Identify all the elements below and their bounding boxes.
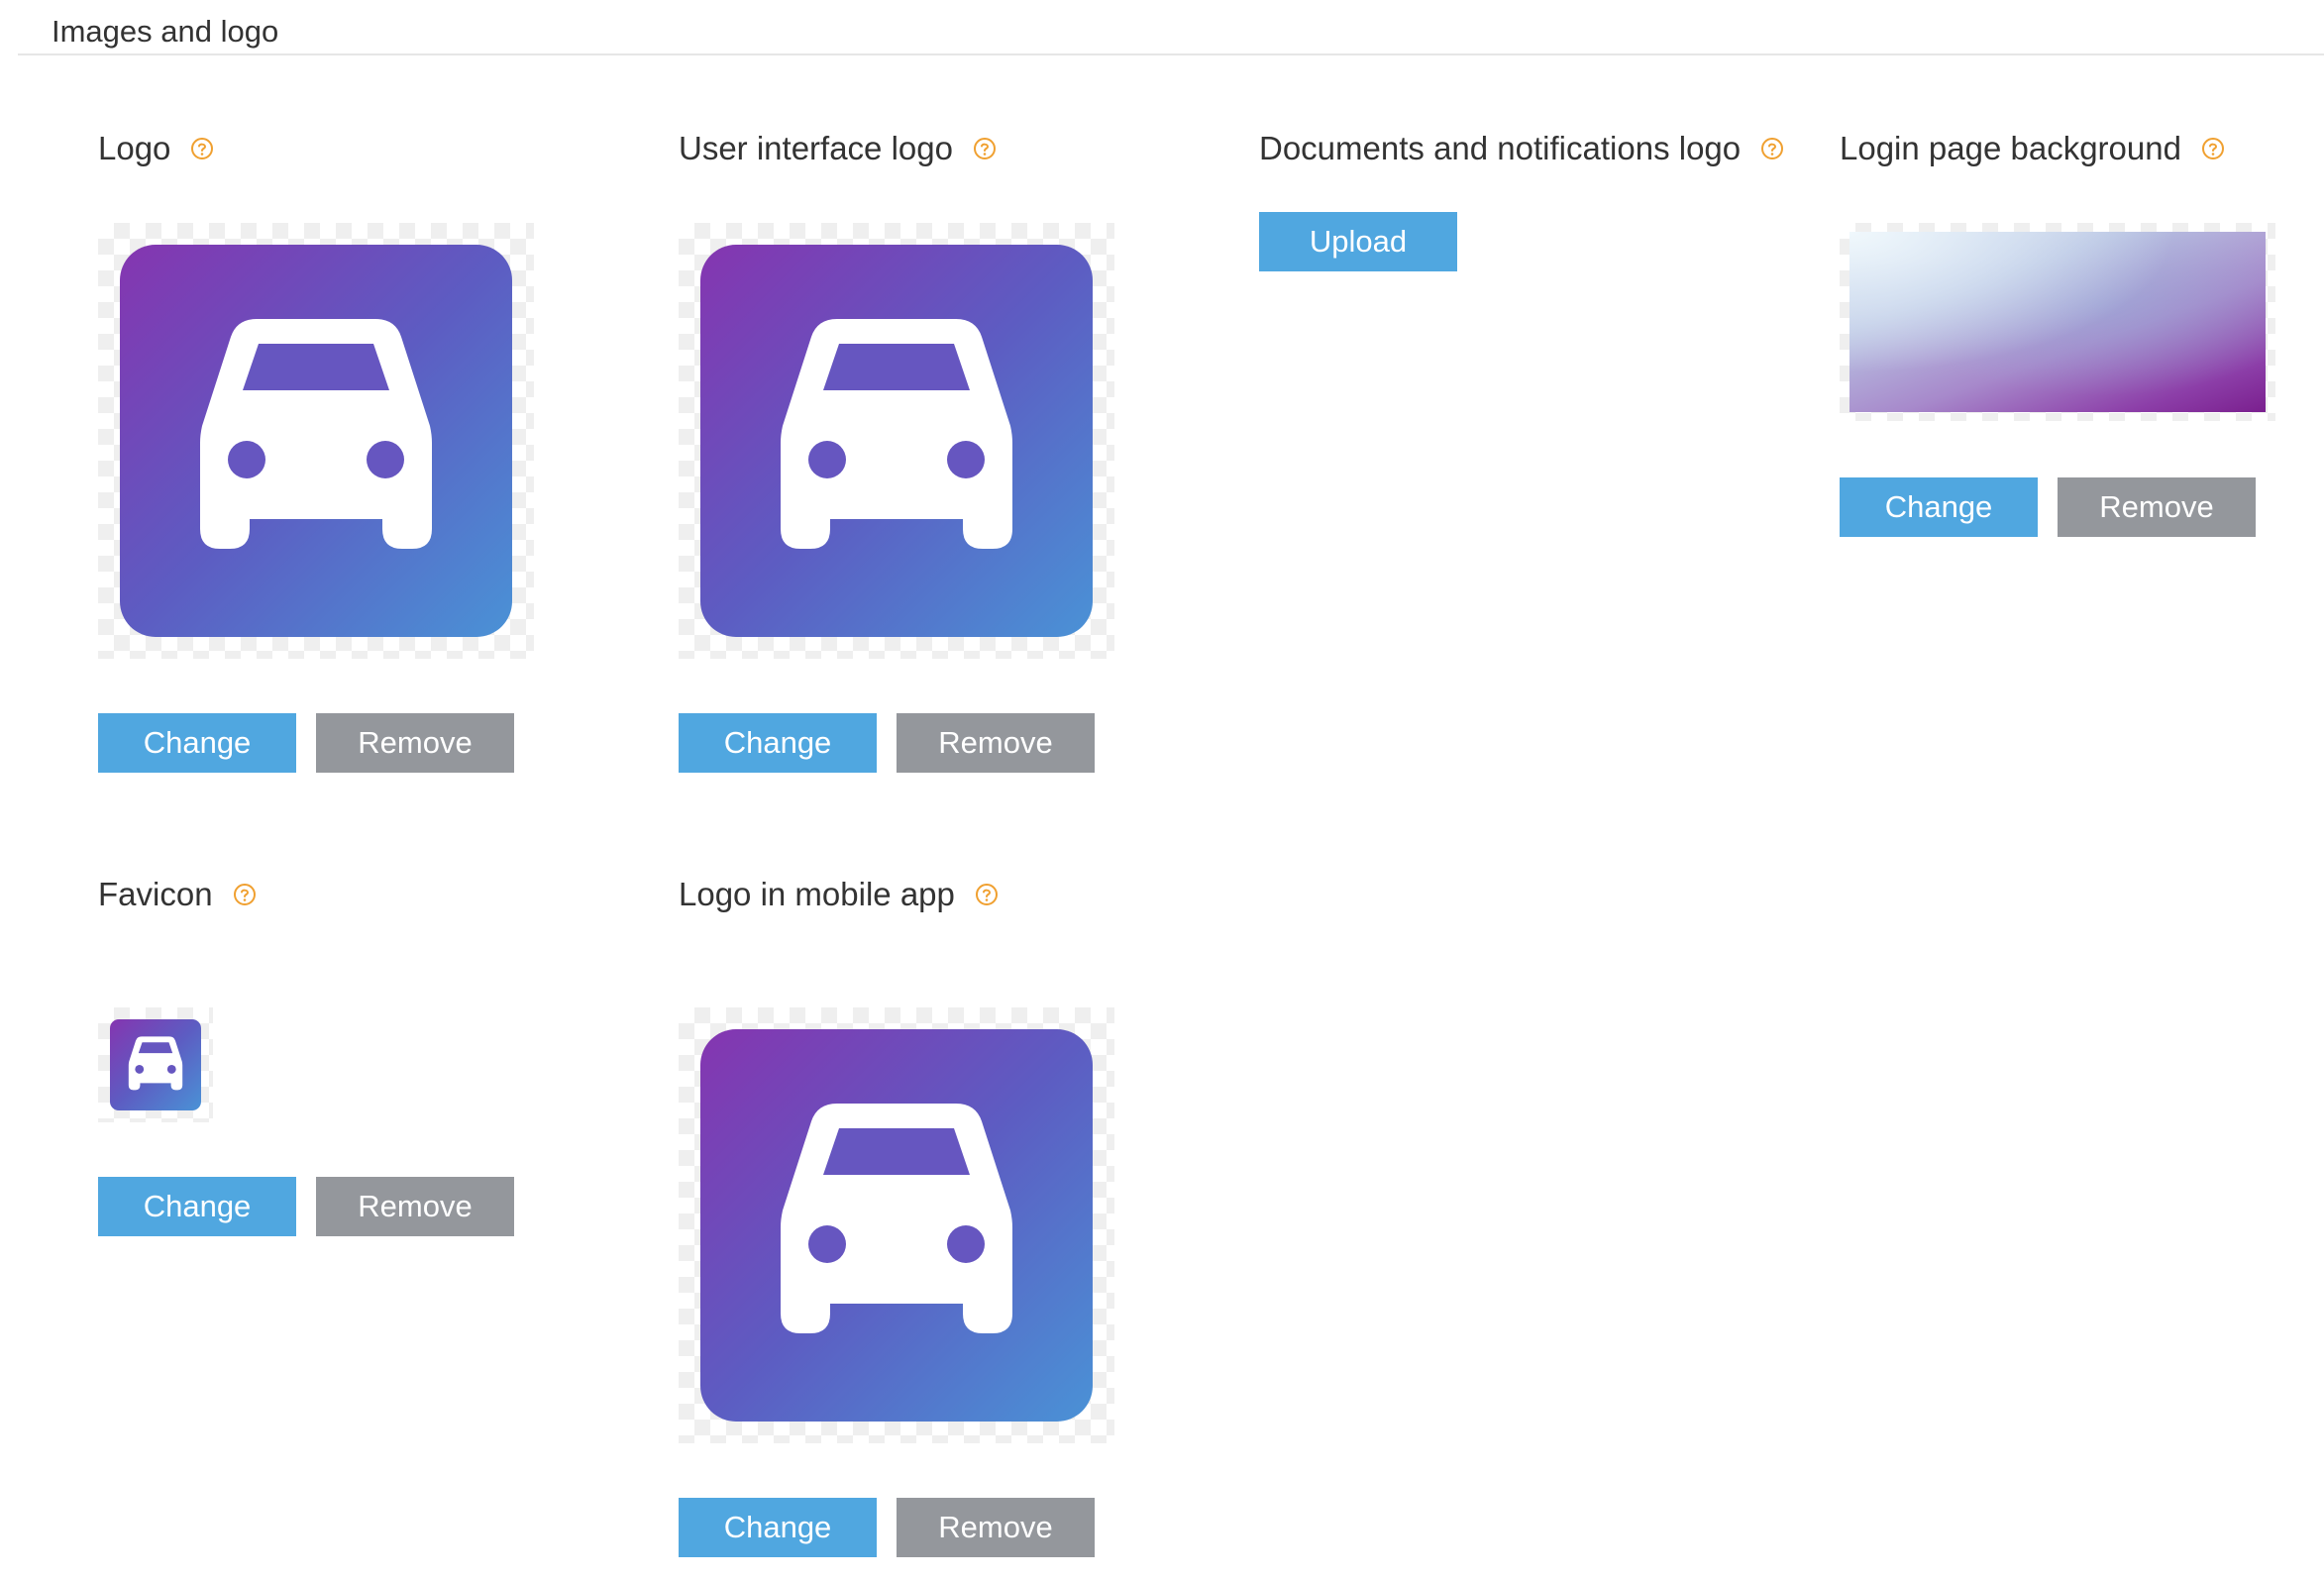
car-icon <box>781 1104 1012 1333</box>
docs-logo-upload-button[interactable]: Upload <box>1259 212 1457 271</box>
section-header <box>18 0 2324 55</box>
favicon-remove-button[interactable]: Remove <box>316 1177 514 1236</box>
logo-field-title: Logo <box>98 129 214 168</box>
help-circle-icon[interactable] <box>975 883 999 906</box>
help-circle-icon[interactable] <box>233 883 257 906</box>
login-bg-title-label: Login page background <box>1840 130 2181 166</box>
mobile-logo-change-button[interactable]: Change <box>679 1498 877 1557</box>
help-circle-icon[interactable] <box>2201 137 2225 160</box>
favicon-title-label: Favicon <box>98 876 213 912</box>
login-bg-remove-button[interactable]: Remove <box>2058 477 2256 537</box>
ui-logo-remove-button[interactable]: Remove <box>897 713 1095 773</box>
favicon-field-title: Favicon <box>98 875 257 914</box>
mobile-logo-field-title: Logo in mobile app <box>679 875 999 914</box>
car-icon <box>128 1036 183 1091</box>
ui-logo-field-title: User interface logo <box>679 129 997 168</box>
ui-logo-preview-image <box>700 245 1093 637</box>
car-icon <box>781 319 1012 549</box>
logo-change-button[interactable]: Change <box>98 713 296 773</box>
mobile-logo-remove-button[interactable]: Remove <box>897 1498 1095 1557</box>
docs-logo-field-title: Documents and notifications logo <box>1259 129 1784 168</box>
favicon-preview-image <box>110 1019 201 1110</box>
mobile-logo-title-label: Logo in mobile app <box>679 876 955 912</box>
section-title: Images and logo <box>52 14 279 49</box>
favicon-change-button[interactable]: Change <box>98 1177 296 1236</box>
login-bg-field-title: Login page background <box>1840 129 2225 168</box>
docs-logo-title-label: Documents and notifications logo <box>1259 130 1742 166</box>
car-icon <box>200 319 432 549</box>
ui-logo-change-button[interactable]: Change <box>679 713 877 773</box>
login-bg-change-button[interactable]: Change <box>1840 477 2038 537</box>
help-circle-icon[interactable] <box>190 137 214 160</box>
ui-logo-title-label: User interface logo <box>679 130 953 166</box>
logo-title-label: Logo <box>98 130 171 166</box>
help-circle-icon[interactable] <box>1760 137 1784 160</box>
logo-preview-image <box>120 245 512 637</box>
logo-remove-button[interactable]: Remove <box>316 713 514 773</box>
mobile-logo-preview-image <box>700 1029 1093 1422</box>
help-circle-icon[interactable] <box>973 137 997 160</box>
login-bg-preview-image <box>1849 232 2266 412</box>
